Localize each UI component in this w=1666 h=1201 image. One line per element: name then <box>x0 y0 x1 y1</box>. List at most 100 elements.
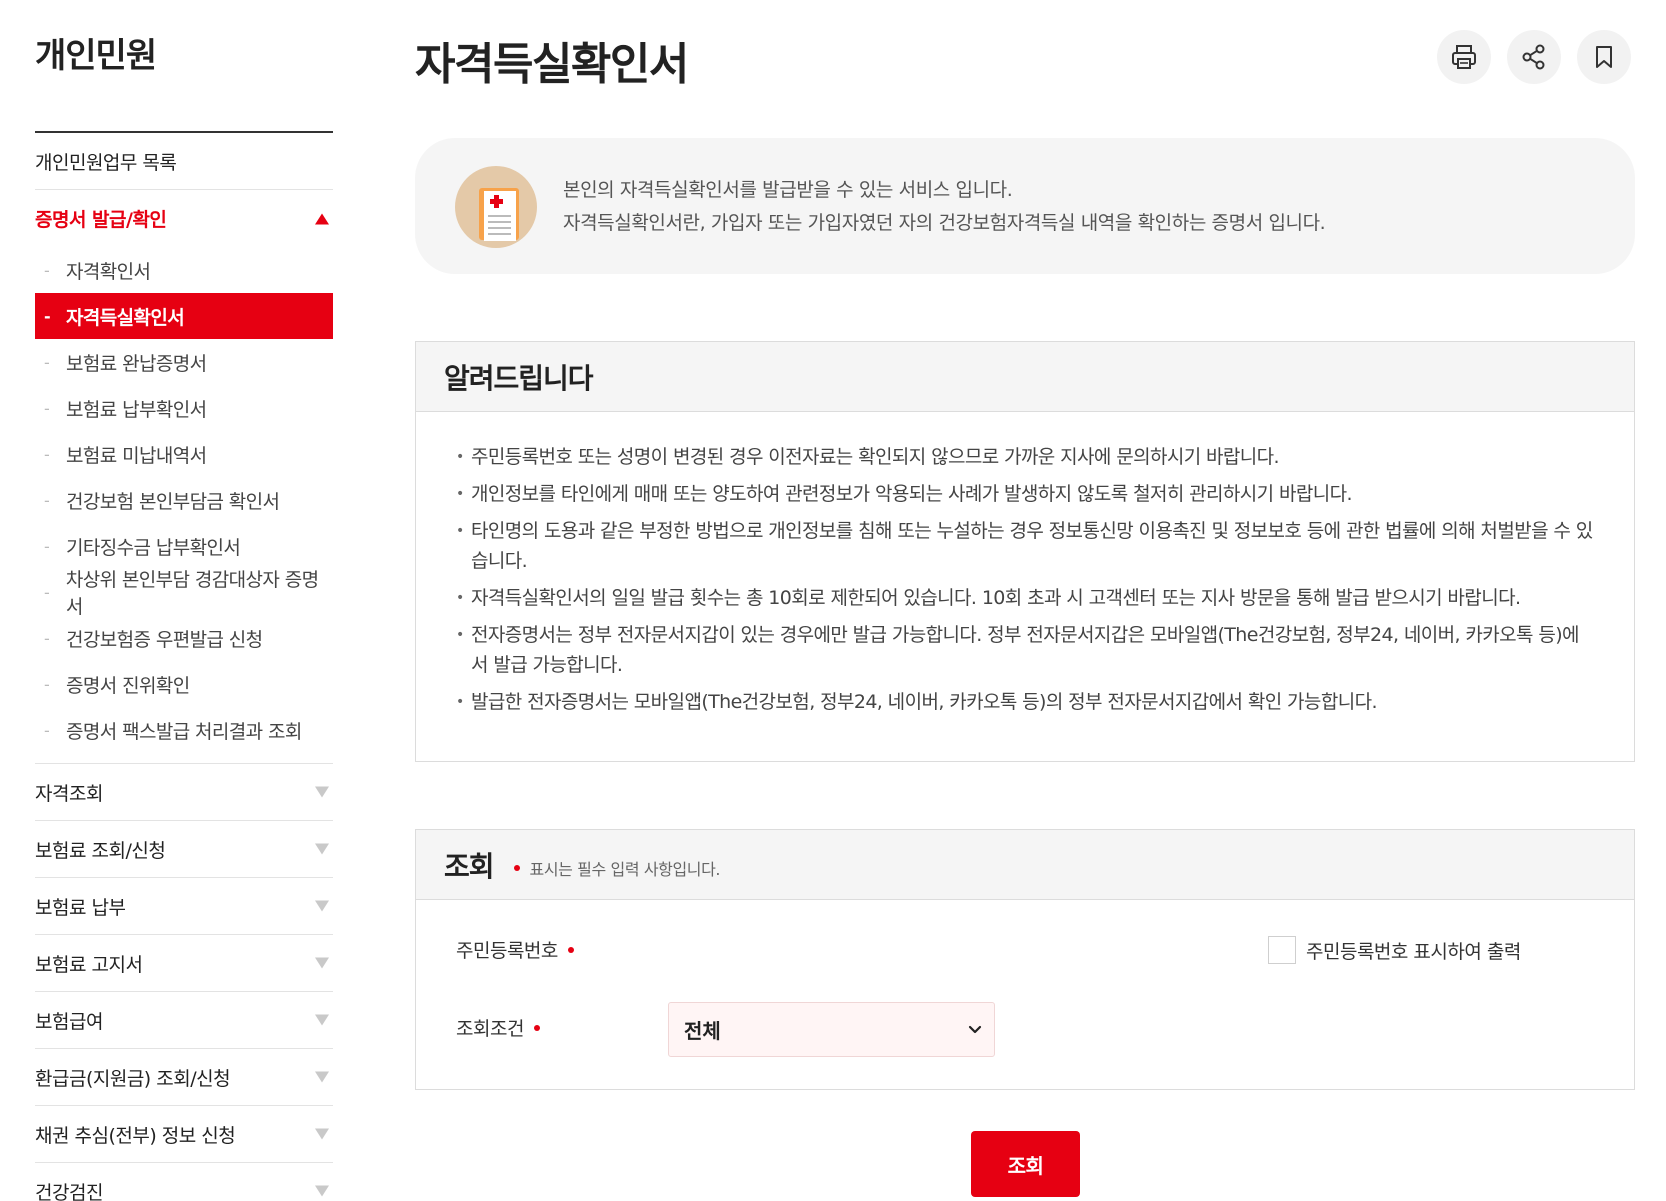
sub-item-label: 증명서 팩스발급 처리결과 조회 <box>66 720 302 743</box>
sidebar-item-benefits[interactable]: 보험급여 <box>35 992 333 1049</box>
sub-item-label: 건강보험 본인부담금 확인서 <box>66 490 280 513</box>
rrn-row: 주민등록번호 <box>456 936 574 963</box>
print-button[interactable] <box>1437 30 1491 84</box>
dash-icon: - <box>44 720 50 740</box>
condition-label: 조회조건 <box>456 1018 524 1040</box>
sub-item-other-collection[interactable]: - 기타징수금 납부확인서 <box>35 523 333 569</box>
sub-item-label: 자격확인서 <box>66 260 151 283</box>
sidebar-menu: 개인민원업무 목록 증명서 발급/확인 - 자격확인서 - 자격득실확인서 - 보험료… <box>35 133 333 1201</box>
intro-line-2: 자격득실확인서란, 가입자 또는 가입자였던 자의 건강보험자격득실 내역을 확… <box>563 212 1326 234</box>
sidebar-item-civil-list[interactable]: 개인민원업무 목록 <box>35 133 333 190</box>
sidebar-item-label: 건강검진 <box>35 1181 103 1201</box>
notice-item: 자격득실확인서의 일일 발급 횟수는 총 10회로 제한되어 있습니다. 10회… <box>456 583 1594 613</box>
search-header: 조회 표시는 필수 입력 사항입니다. <box>416 830 1634 900</box>
show-rrn-checkbox[interactable]: 주민등록번호 표시하여 출력 <box>1268 936 1521 964</box>
sidebar-title: 개인민원 <box>35 36 157 76</box>
sub-item-full-payment[interactable]: - 보험료 완납증명서 <box>35 339 333 385</box>
required-dot-icon <box>567 946 574 953</box>
sub-item-label: 보험료 납부확인서 <box>66 398 207 421</box>
condition-select[interactable]: 전체 <box>668 1002 995 1057</box>
chevron-down-icon <box>315 957 329 969</box>
sidebar-menu-bottom: 자격조회 보험료 조회/신청 보험료 납부 보험료 고지서 보험급여 환급금(지… <box>35 764 333 1201</box>
sub-item-verify[interactable]: - 증명서 진위확인 <box>35 661 333 707</box>
search-submit-button[interactable]: 조회 <box>971 1131 1080 1197</box>
sidebar-item-qualification-lookup[interactable]: 자격조회 <box>35 764 333 821</box>
sidebar-item-label: 증명서 발급/확인 <box>35 209 167 231</box>
sub-item-label: 보험료 미납내역서 <box>66 444 207 467</box>
sub-item-label: 차상위 본인부담 경감대상자 증명서 <box>65 569 319 618</box>
sub-item-qualification[interactable]: - 자격확인서 <box>35 247 333 293</box>
dash-icon: - <box>44 260 50 280</box>
sub-item-qualification-history[interactable]: - 자격득실확인서 <box>35 293 333 339</box>
sidebar-item-premium-lookup[interactable]: 보험료 조회/신청 <box>35 821 333 878</box>
sidebar: 개인민원 개인민원업무 목록 증명서 발급/확인 - 자격확인서 - 자격득실확인서… <box>35 0 333 1201</box>
sub-item-unpaid[interactable]: - 보험료 미납내역서 <box>35 431 333 477</box>
search-title: 조회 <box>444 849 495 883</box>
required-note: 표시는 필수 입력 사항입니다. <box>513 850 721 880</box>
notice-header: 알려드립니다 <box>416 342 1634 412</box>
chevron-down-icon <box>315 843 329 855</box>
sidebar-item-health-checkup[interactable]: 건강검진 <box>35 1163 333 1201</box>
sidebar-item-label: 보험료 고지서 <box>35 953 143 976</box>
sidebar-item-label: 채권 추심(전부) 정보 신청 <box>35 1124 236 1147</box>
chevron-down-icon <box>315 900 329 912</box>
share-icon <box>1522 44 1545 70</box>
printer-icon <box>1452 45 1476 69</box>
required-dot-icon <box>513 864 520 871</box>
condition-row: 조회조건 <box>456 1014 540 1041</box>
sidebar-item-label: 환급금(지원금) 조회/신청 <box>35 1067 231 1090</box>
notice-item: 발급한 전자증명서는 모바일앱(The건강보험, 정부24, 네이버, 카카오톡… <box>456 687 1594 717</box>
dash-icon: - <box>44 674 50 694</box>
chevron-down-icon <box>315 1185 329 1197</box>
dash-icon: - <box>44 352 50 372</box>
sub-item-payment-confirm[interactable]: - 보험료 납부확인서 <box>35 385 333 431</box>
show-rrn-label: 주민등록번호 표시하여 출력 <box>1306 940 1521 963</box>
sidebar-item-label: 보험급여 <box>35 1010 103 1033</box>
sub-item-label: 보험료 완납증명서 <box>66 352 207 375</box>
notice-item: 타인명의 도용과 같은 부정한 방법으로 개인정보를 침해 또는 누설하는 경우… <box>456 516 1594 576</box>
sidebar-item-certificate[interactable]: 증명서 발급/확인 <box>35 190 333 247</box>
sub-item-near-poverty[interactable]: - 차상위 본인부담 경감대상자 증명서 <box>35 569 333 618</box>
rrn-label: 주민등록번호 <box>456 940 558 962</box>
required-note-text: 표시는 필수 입력 사항입니다. <box>529 859 721 879</box>
sub-item-label: 자격득실확인서 <box>66 306 185 329</box>
chevron-down-icon <box>315 786 329 798</box>
sub-item-label: 기타징수금 납부확인서 <box>66 536 241 559</box>
sidebar-item-bond-collection[interactable]: 채권 추심(전부) 정보 신청 <box>35 1106 333 1163</box>
bookmark-icon <box>1596 46 1612 68</box>
dash-icon: - <box>44 582 50 602</box>
checkbox-box[interactable] <box>1268 936 1296 964</box>
sub-item-label: 건강보험증 우편발급 신청 <box>66 628 263 651</box>
chevron-down-icon <box>315 1128 329 1140</box>
intro-text: 본인의 자격득실확인서를 발급받을 수 있는 서비스 입니다. 자격득실확인서란… <box>563 174 1326 240</box>
notice-panel: 알려드립니다 주민등록번호 또는 성명이 변경된 경우 이전자료는 확인되지 않… <box>415 341 1635 762</box>
dash-icon: - <box>44 398 50 418</box>
sidebar-item-premium-payment[interactable]: 보험료 납부 <box>35 878 333 935</box>
sidebar-item-label: 자격조회 <box>35 782 103 805</box>
dash-icon: - <box>44 490 50 510</box>
sub-item-card-mail[interactable]: - 건강보험증 우편발급 신청 <box>35 615 333 661</box>
bookmark-button[interactable] <box>1577 30 1631 84</box>
notice-item: 주민등록번호 또는 성명이 변경된 경우 이전자료는 확인되지 않으므로 가까운… <box>456 442 1594 472</box>
notice-item: 개인정보를 타인에게 매매 또는 양도하여 관련정보가 악용되는 사례가 발생하… <box>456 479 1594 509</box>
sub-item-label: 증명서 진위확인 <box>66 674 190 697</box>
dash-icon: - <box>44 444 50 464</box>
required-dot-icon <box>533 1024 540 1031</box>
arrow-up-icon <box>315 213 329 224</box>
sub-item-copayment[interactable]: - 건강보험 본인부담금 확인서 <box>35 477 333 523</box>
search-panel: 조회 표시는 필수 입력 사항입니다. 주민등록번호 주민등록번호 표시하여 출… <box>415 829 1635 1090</box>
sidebar-submenu: - 자격확인서 - 자격득실확인서 - 보험료 완납증명서 - 보험료 납부확인서 -보… <box>35 247 333 764</box>
notice-list: 주민등록번호 또는 성명이 변경된 경우 이전자료는 확인되지 않으므로 가까운… <box>416 412 1634 717</box>
sidebar-item-label: 보험료 납부 <box>35 896 126 919</box>
sidebar-item-refund[interactable]: 환급금(지원금) 조회/신청 <box>35 1049 333 1106</box>
intro-line-1: 본인의 자격득실확인서를 발급받을 수 있는 서비스 입니다. <box>563 179 1013 201</box>
chevron-down-icon <box>315 1071 329 1083</box>
dash-icon: - <box>44 628 50 648</box>
condition-select-value: 전체 <box>684 1019 721 1043</box>
share-button[interactable] <box>1507 30 1561 84</box>
notice-title: 알려드립니다 <box>444 361 594 395</box>
sidebar-item-premium-bill[interactable]: 보험료 고지서 <box>35 935 333 992</box>
sub-item-fax-result[interactable]: - 증명서 팩스발급 처리결과 조회 <box>35 707 333 753</box>
document-medical-icon <box>455 166 537 248</box>
chevron-down-icon <box>968 1025 982 1033</box>
